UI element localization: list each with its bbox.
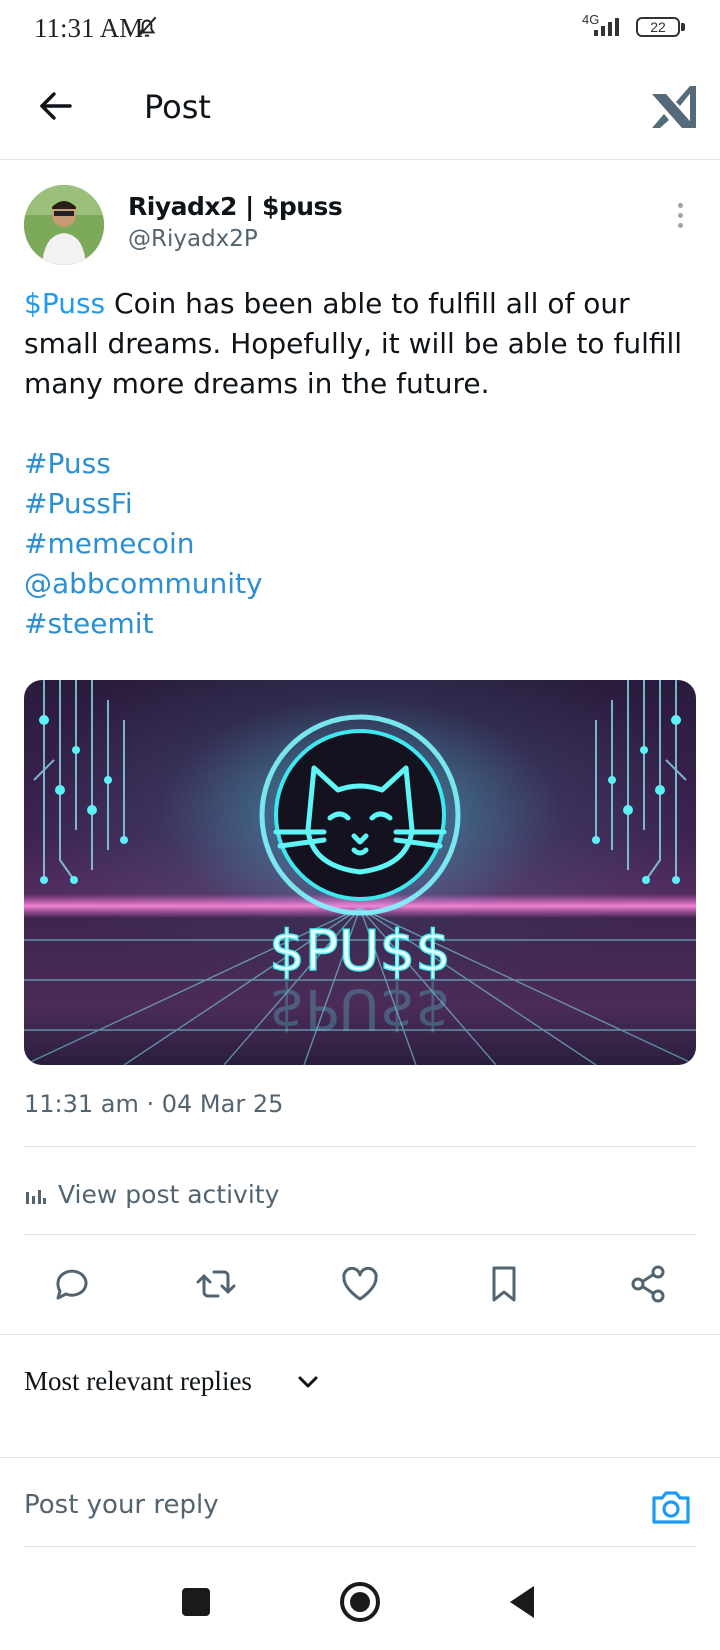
- camera-icon[interactable]: [650, 1486, 692, 1528]
- status-time: 11:31 AM: [34, 13, 144, 43]
- hashtag-link[interactable]: #Puss: [24, 444, 263, 484]
- divider: [24, 1234, 696, 1235]
- signal-icon: [594, 18, 619, 36]
- battery-icon: 22: [636, 17, 680, 37]
- hashtag-link[interactable]: #PussFi: [24, 484, 263, 524]
- header: Post: [0, 60, 720, 160]
- image-caption-reflection: $PU$$: [269, 976, 451, 1041]
- post-timestamp: 11:31 am · 04 Mar 25: [24, 1090, 284, 1118]
- app-logo-icon[interactable]: [650, 82, 698, 130]
- divider: [24, 1146, 696, 1147]
- battery-tip: [681, 23, 685, 31]
- back-nav-icon[interactable]: [502, 1580, 546, 1624]
- like-icon[interactable]: [338, 1262, 382, 1306]
- author-name[interactable]: Riyadx2 | $puss: [128, 192, 343, 221]
- reply-icon[interactable]: [50, 1262, 94, 1306]
- divider: [0, 1457, 720, 1458]
- view-activity-label: View post activity: [58, 1180, 280, 1209]
- avatar[interactable]: [24, 185, 104, 265]
- home-icon[interactable]: [338, 1580, 382, 1624]
- bell-off-icon: [137, 16, 157, 38]
- page-title: Post: [144, 88, 211, 126]
- hashtag-link[interactable]: #memecoin: [24, 524, 263, 564]
- hashtag-list: #Puss #PussFi #memecoin @abbcommunity #s…: [24, 444, 263, 644]
- back-arrow-icon[interactable]: [34, 84, 78, 128]
- share-icon[interactable]: [626, 1262, 670, 1306]
- status-bar: 11:31 AM 4G 22: [0, 0, 720, 56]
- more-options-icon[interactable]: [668, 200, 692, 234]
- analytics-icon: [26, 1190, 46, 1204]
- author-handle[interactable]: @Riyadx2P: [128, 226, 258, 252]
- recent-apps-icon[interactable]: [174, 1580, 218, 1624]
- bookmark-icon[interactable]: [482, 1262, 526, 1306]
- repost-icon[interactable]: [194, 1262, 238, 1306]
- divider: [24, 1546, 696, 1547]
- battery-level: 22: [650, 19, 666, 35]
- view-activity-button[interactable]: View post activity: [24, 1170, 696, 1220]
- mention-link[interactable]: @abbcommunity: [24, 564, 263, 604]
- chevron-down-icon[interactable]: [296, 1370, 320, 1394]
- cashtag-link[interactable]: $Puss: [24, 287, 105, 320]
- hashtag-link[interactable]: #steemit: [24, 604, 263, 644]
- replies-sort-dropdown[interactable]: Most relevant replies: [24, 1366, 252, 1397]
- reply-input[interactable]: Post your reply: [24, 1490, 219, 1520]
- post-image[interactable]: $PU$$ $PU$$: [24, 680, 696, 1065]
- post-body: Coin has been able to fulfill all of our…: [24, 287, 683, 400]
- post-text: $Puss Coin has been able to fulfill all …: [24, 284, 700, 404]
- image-caption: $PU$$: [269, 919, 451, 984]
- divider: [0, 1334, 720, 1335]
